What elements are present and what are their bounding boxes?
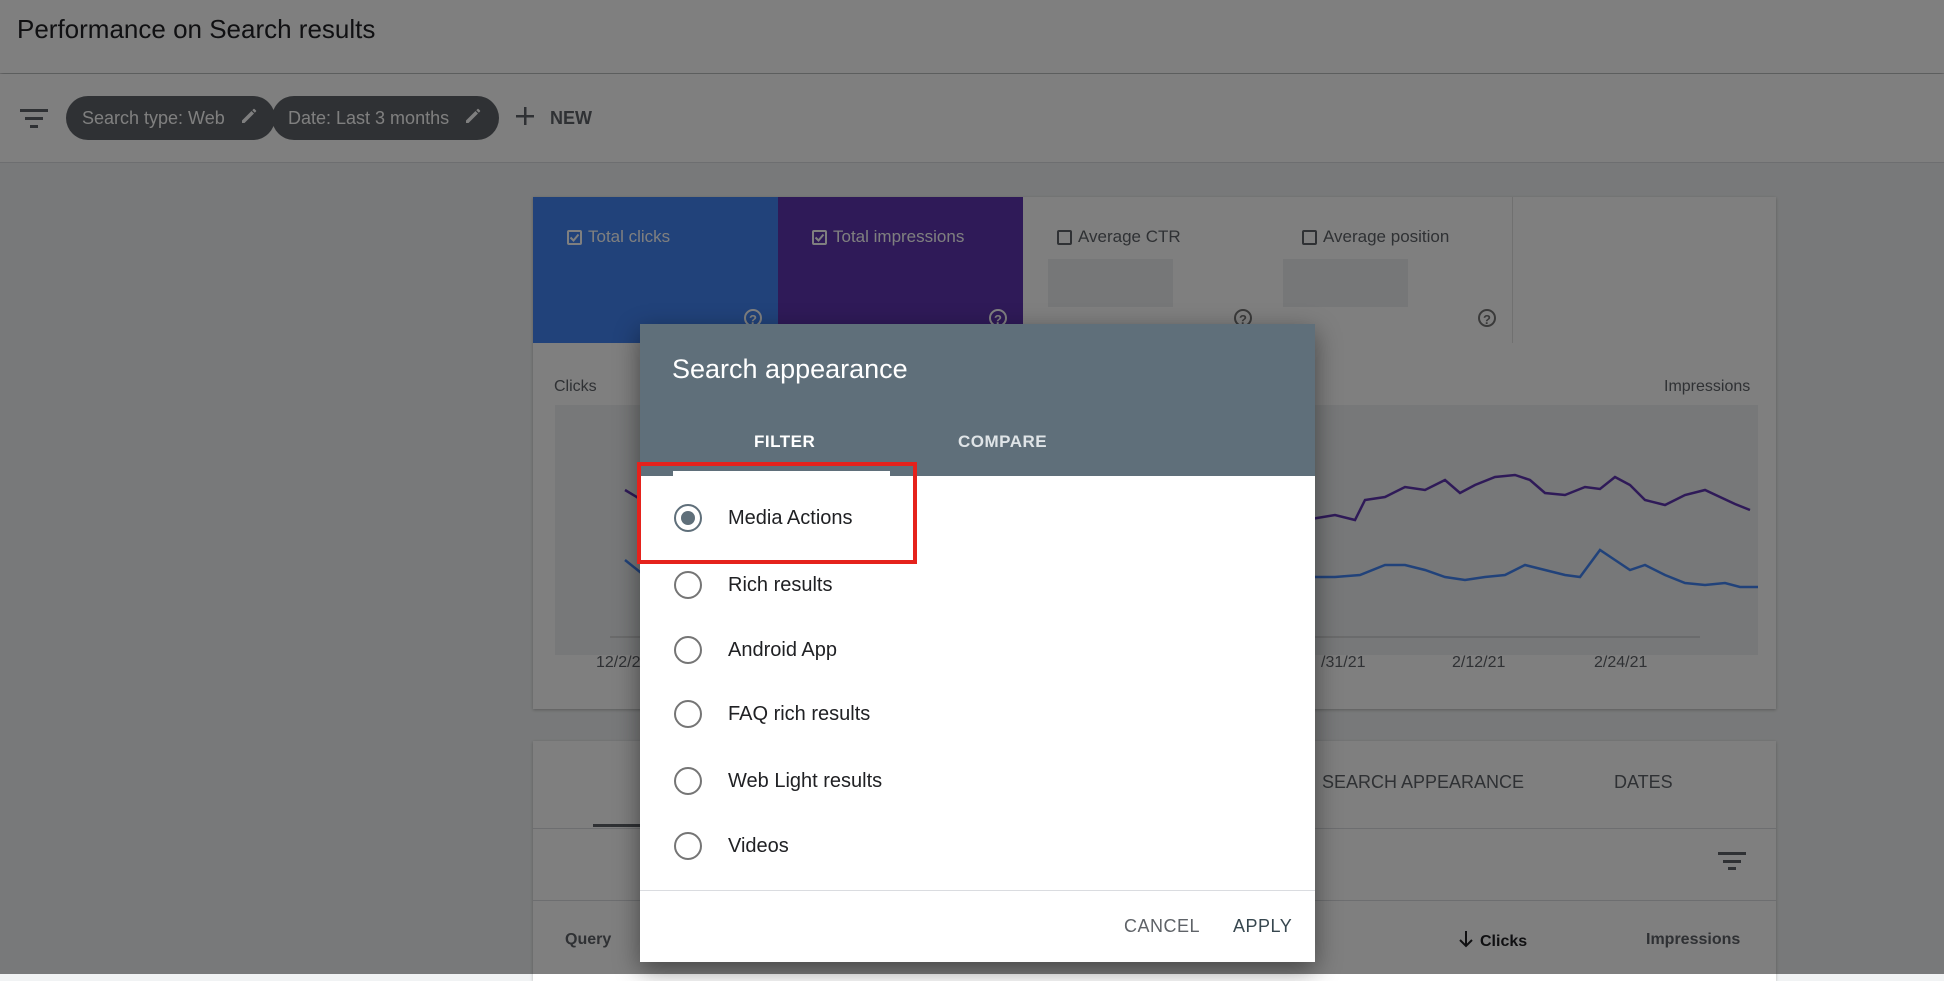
highlight-box bbox=[637, 462, 917, 564]
option-label: Android App bbox=[728, 638, 837, 661]
dialog-header: Search appearance FILTER COMPARE bbox=[640, 324, 1315, 476]
search-appearance-dialog: Search appearance FILTER COMPARE Media A… bbox=[640, 324, 1315, 962]
cancel-button[interactable]: CANCEL bbox=[1124, 916, 1200, 937]
option-label: Web Light results bbox=[728, 769, 883, 792]
option-web-light-results[interactable]: Web Light results bbox=[640, 749, 1315, 813]
radio[interactable] bbox=[674, 571, 702, 599]
radio[interactable] bbox=[674, 767, 702, 795]
radio[interactable] bbox=[674, 636, 702, 664]
option-label: Rich results bbox=[728, 573, 833, 596]
radio[interactable] bbox=[674, 700, 702, 728]
option-faq-rich-results[interactable]: FAQ rich results bbox=[640, 682, 1315, 746]
dialog-title: Search appearance bbox=[672, 354, 908, 384]
tab-compare[interactable]: COMPARE bbox=[958, 432, 1047, 452]
option-label: Videos bbox=[728, 834, 789, 857]
option-videos[interactable]: Videos bbox=[640, 814, 1315, 878]
radio[interactable] bbox=[674, 832, 702, 860]
tab-filter[interactable]: FILTER bbox=[754, 432, 815, 452]
dialog-footer-divider bbox=[640, 890, 1315, 891]
option-android-app[interactable]: Android App bbox=[640, 618, 1315, 682]
apply-button[interactable]: APPLY bbox=[1233, 916, 1292, 937]
option-label: FAQ rich results bbox=[728, 702, 871, 725]
